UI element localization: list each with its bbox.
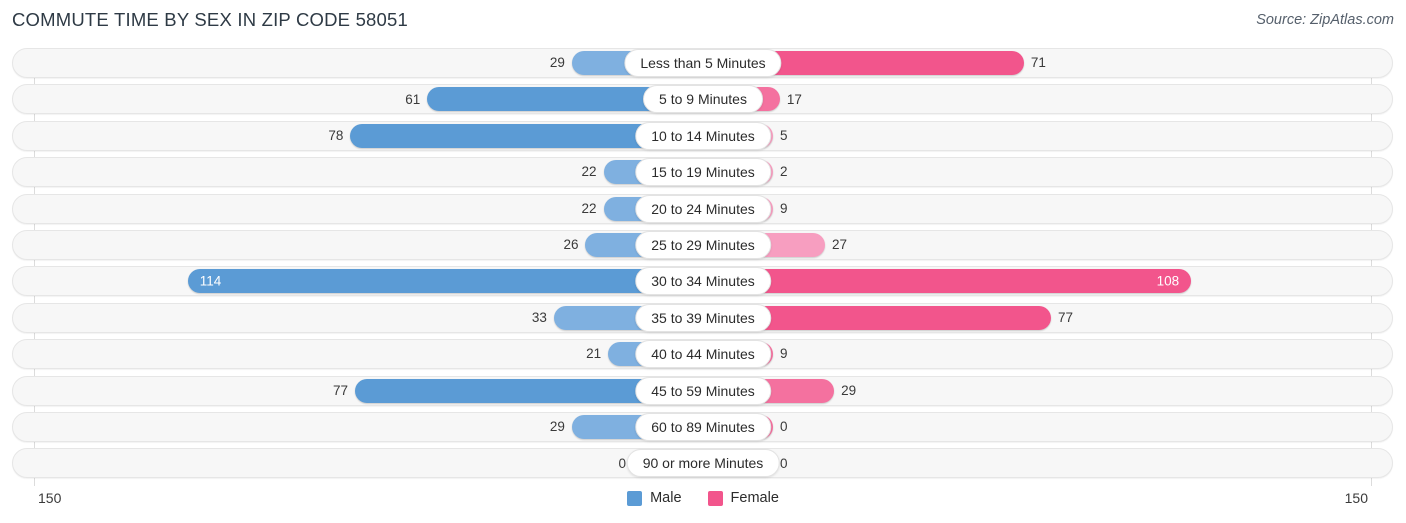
table-row: 114 108 30 to 34 Minutes: [0, 266, 1406, 297]
category-label: 20 to 24 Minutes: [635, 194, 771, 223]
table-row: 33 77 35 to 39 Minutes: [0, 302, 1406, 333]
male-bar[interactable]: 114: [187, 269, 703, 294]
legend-label: Female: [730, 490, 779, 506]
category-label: 45 to 59 Minutes: [635, 376, 771, 405]
male-value-label: 77: [332, 382, 348, 398]
category-label: Less than 5 Minutes: [624, 49, 782, 77]
category-label: 15 to 19 Minutes: [635, 158, 771, 187]
chart-legend: Male Female: [0, 490, 1406, 506]
legend-item-female[interactable]: Female: [707, 490, 779, 506]
table-row: 0 0 90 or more Minutes: [0, 448, 1406, 479]
female-value-label: 9: [780, 346, 788, 362]
male-value-label: 22: [581, 164, 597, 180]
male-value-label: 21: [586, 346, 602, 362]
male-value-label: 26: [563, 237, 579, 253]
female-value-label: 2: [780, 164, 788, 180]
category-label: 40 to 44 Minutes: [635, 340, 771, 369]
female-bar[interactable]: 108: [703, 269, 1192, 294]
female-value-label: 77: [1058, 309, 1074, 325]
table-row: 22 2 15 to 19 Minutes: [0, 157, 1406, 188]
male-value-label: 29: [549, 419, 565, 435]
source-attribution: Source: ZipAtlas.com: [1256, 12, 1394, 28]
page-title: COMMUTE TIME BY SEX IN ZIP CODE 58051: [12, 9, 409, 30]
female-value-label: 0: [780, 455, 788, 471]
table-row: 77 29 45 to 59 Minutes: [0, 375, 1406, 406]
bar-rows: 29 71 Less than 5 Minutes 61 17 5 to 9 Minute…: [0, 48, 1406, 485]
table-row: 29 0 60 to 89 Minutes: [0, 411, 1406, 442]
male-value-label: 0: [618, 455, 626, 471]
chart-plot-area: 29 71 Less than 5 Minutes 61 17 5 to 9 Minute…: [0, 48, 1406, 486]
male-value-label: 61: [405, 91, 421, 107]
table-row: 22 9 20 to 24 Minutes: [0, 193, 1406, 224]
category-label: 10 to 14 Minutes: [635, 121, 771, 150]
table-row: 61 17 5 to 9 Minutes: [0, 84, 1406, 115]
female-value-label: 108: [1156, 273, 1180, 289]
legend-item-male[interactable]: Male: [627, 490, 682, 506]
male-value-label: 114: [199, 273, 222, 289]
table-row: 29 71 Less than 5 Minutes: [0, 48, 1406, 78]
female-value-label: 17: [786, 91, 802, 107]
male-value-label: 29: [549, 55, 565, 71]
table-row: 78 5 10 to 14 Minutes: [0, 120, 1406, 151]
category-label: 30 to 34 Minutes: [635, 267, 771, 296]
category-label: 5 to 9 Minutes: [643, 85, 763, 114]
table-row: 21 9 40 to 44 Minutes: [0, 339, 1406, 370]
legend-label: Male: [650, 490, 682, 506]
female-bar-group: 108: [703, 269, 1192, 294]
male-bar-group: 114: [187, 269, 703, 294]
female-value-label: 71: [1030, 55, 1046, 71]
male-value-label: 78: [328, 128, 344, 144]
female-value-label: 9: [780, 200, 788, 216]
female-value-label: 27: [832, 237, 848, 253]
category-label: 60 to 89 Minutes: [635, 412, 771, 441]
chart-header: COMMUTE TIME BY SEX IN ZIP CODE 58051 So…: [0, 0, 1406, 42]
chart-page: COMMUTE TIME BY SEX IN ZIP CODE 58051 So…: [0, 0, 1406, 523]
female-value-label: 29: [841, 382, 857, 398]
category-label: 25 to 29 Minutes: [635, 230, 771, 259]
chart-footer: 150 150 Male Female: [0, 486, 1406, 523]
male-value-label: 22: [581, 200, 597, 216]
category-label: 90 or more Minutes: [626, 449, 780, 478]
female-value-label: 5: [780, 128, 788, 144]
legend-swatch-icon: [627, 490, 643, 506]
category-label: 35 to 39 Minutes: [635, 303, 771, 332]
table-row: 26 27 25 to 29 Minutes: [0, 229, 1406, 260]
legend-swatch-icon: [707, 490, 723, 506]
male-value-label: 33: [531, 309, 547, 325]
female-value-label: 0: [780, 419, 788, 435]
